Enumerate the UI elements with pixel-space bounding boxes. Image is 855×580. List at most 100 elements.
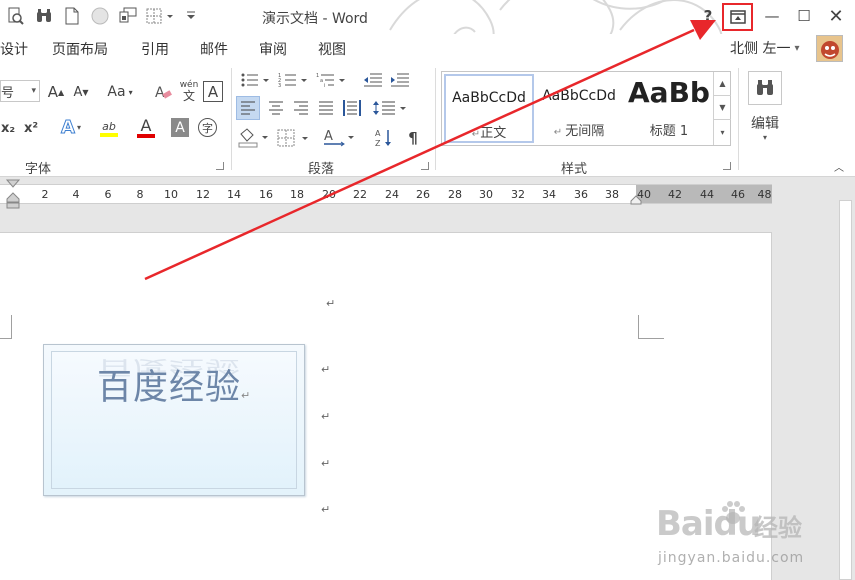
character-shading-button[interactable]: A — [171, 118, 189, 137]
svg-text:1: 1 — [316, 73, 319, 79]
tab-view[interactable]: 视图 — [318, 39, 346, 59]
editing-icon-frame — [748, 70, 782, 105]
table-grid-icon[interactable] — [146, 6, 176, 26]
superscript-button[interactable]: x² — [22, 118, 40, 138]
right-indent-marker-icon[interactable] — [630, 195, 642, 205]
character-border-button[interactable]: A — [203, 81, 223, 102]
avatar[interactable] — [816, 35, 843, 62]
customize-qat-icon[interactable] — [184, 6, 198, 26]
paint-bucket-icon — [238, 128, 268, 148]
font-size-combo[interactable]: 号 ▾ — [0, 80, 40, 102]
find-binoculars-icon[interactable] — [34, 6, 54, 26]
format-painter-icon[interactable] — [118, 6, 138, 26]
ruler-tick: 8 — [136, 188, 144, 201]
close-button[interactable]: ✕ — [822, 4, 850, 28]
change-case-icon: Aa — [107, 84, 126, 100]
align-left-icon — [241, 101, 255, 115]
maximize-button[interactable]: ☐ — [790, 4, 818, 28]
decrease-indent-button[interactable] — [362, 70, 384, 90]
ruler-tick: 38 — [605, 188, 619, 201]
text-effects-button[interactable]: A ▾ — [56, 116, 86, 138]
font-size-dropdown-icon: ▾ — [31, 86, 36, 96]
font-dialog-launcher[interactable] — [216, 162, 224, 170]
user-account[interactable]: 北侧 左一 ▾ — [730, 38, 799, 58]
paragraph-dialog-launcher[interactable] — [421, 162, 429, 170]
word-window: 演示文档 - Word ? — ☐ ✕ 设计 页面布局 引用 邮件 审阅 视图 … — [0, 0, 855, 580]
style-heading-1[interactable]: AaBb 标题 1 — [624, 74, 714, 143]
shrink-font-button[interactable]: A ▼ — [72, 82, 90, 102]
shading-button[interactable] — [236, 126, 272, 150]
change-case-button[interactable]: Aa ▾ — [103, 82, 137, 102]
svg-text:i: i — [324, 83, 325, 88]
minimize-button[interactable]: — — [758, 4, 786, 28]
tab-review[interactable]: 审阅 — [259, 39, 287, 59]
sort-button[interactable]: AZ — [372, 126, 396, 150]
distributed-button[interactable] — [340, 96, 364, 120]
increase-indent-button[interactable] — [389, 70, 411, 90]
styles-gallery: AaBbCcDd ↵正文 AaBbCcDd ↵ 无间隔 AaBb 标题 1 ▲ … — [441, 71, 731, 146]
numbering-button[interactable]: 123 — [276, 70, 310, 90]
tab-mailings[interactable]: 邮件 — [200, 39, 228, 59]
text-box[interactable]: 百度经验 百度经验↵ — [43, 344, 305, 496]
styles-scroll-down-icon[interactable]: ▼ — [714, 96, 731, 120]
tab-design[interactable]: 设计 — [0, 39, 28, 59]
style-no-spacing[interactable]: AaBbCcDd ↵ 无间隔 — [534, 74, 624, 143]
editing-caret-icon: ▾ — [762, 132, 767, 142]
help-button[interactable]: ? — [694, 4, 722, 28]
bullets-icon — [241, 73, 269, 87]
font-color-button[interactable]: A — [131, 116, 161, 140]
superscript-icon: x² — [23, 120, 39, 136]
ruler-tick: 34 — [542, 188, 556, 201]
horizontal-ruler[interactable]: 2 4 6 8 10 12 14 16 18 20 22 24 26 28 30… — [0, 179, 772, 209]
ruler-tick: 44 — [700, 188, 714, 201]
styles-group-label: 样式 — [561, 162, 588, 177]
print-preview-icon[interactable] — [6, 6, 26, 26]
svg-text:Z: Z — [375, 139, 381, 148]
editing-button[interactable]: 编辑 ▾ — [748, 68, 782, 144]
chinese-layout-button[interactable]: A — [322, 126, 358, 150]
title-bar: 演示文档 - Word ? — ☐ ✕ — [0, 0, 855, 34]
font-group-label: 字体 — [25, 162, 52, 177]
tab-page-layout[interactable]: 页面布局 — [52, 39, 108, 59]
grow-font-icon: A — [47, 83, 59, 101]
line-spacing-button[interactable] — [372, 96, 408, 120]
line-spacing-icon — [373, 101, 406, 115]
ruler-tick: 16 — [259, 188, 273, 201]
borders-icon — [277, 129, 308, 147]
multilevel-list-button[interactable]: 1ai — [314, 70, 348, 90]
ribbon-display-options-button[interactable] — [722, 3, 753, 31]
svg-text:a: a — [320, 78, 323, 84]
collapse-ribbon-button[interactable]: ︿ — [831, 158, 847, 174]
styles-scroll-up-icon[interactable]: ▲ — [714, 72, 731, 96]
collapse-ribbon-icon: ︿ — [834, 162, 844, 174]
clear-formatting-button[interactable]: A — [153, 82, 173, 102]
enclose-characters-button[interactable]: 字 — [198, 118, 217, 137]
align-left-button[interactable] — [236, 96, 260, 120]
show-hide-marks-button[interactable]: ¶ — [402, 126, 424, 150]
styles-more-icon[interactable]: ▾ — [714, 120, 731, 144]
align-right-button[interactable] — [289, 96, 313, 120]
multilevel-list-icon: 1ai — [316, 73, 345, 88]
tab-references[interactable]: 引用 — [141, 39, 169, 59]
left-margin-crop-mark — [0, 315, 12, 339]
new-document-icon[interactable] — [62, 6, 82, 26]
paragraph-mark: ↵ — [321, 410, 331, 423]
enclose-characters-icon: 字 — [202, 121, 213, 135]
justify-button[interactable] — [314, 96, 338, 120]
ruler-tick: 12 — [196, 188, 210, 201]
style-heading-1-preview: AaBb — [628, 76, 710, 109]
align-center-icon — [269, 101, 283, 115]
circle-shape-icon[interactable] — [90, 6, 110, 26]
phonetic-guide-button[interactable]: wén 文 — [178, 78, 200, 104]
styles-dialog-launcher[interactable] — [723, 162, 731, 170]
font-color-bar — [137, 134, 155, 138]
text-highlight-button[interactable]: ab — [92, 116, 126, 140]
ruler-tick: 26 — [416, 188, 430, 201]
borders-button[interactable] — [276, 126, 312, 150]
subscript-button[interactable]: x₂ — [0, 118, 16, 138]
style-normal[interactable]: AaBbCcDd ↵正文 — [444, 74, 534, 143]
indent-marker-icon[interactable] — [6, 179, 20, 209]
align-center-button[interactable] — [264, 96, 288, 120]
bullets-button[interactable] — [238, 70, 272, 90]
grow-font-button[interactable]: A ▲ — [47, 82, 65, 102]
